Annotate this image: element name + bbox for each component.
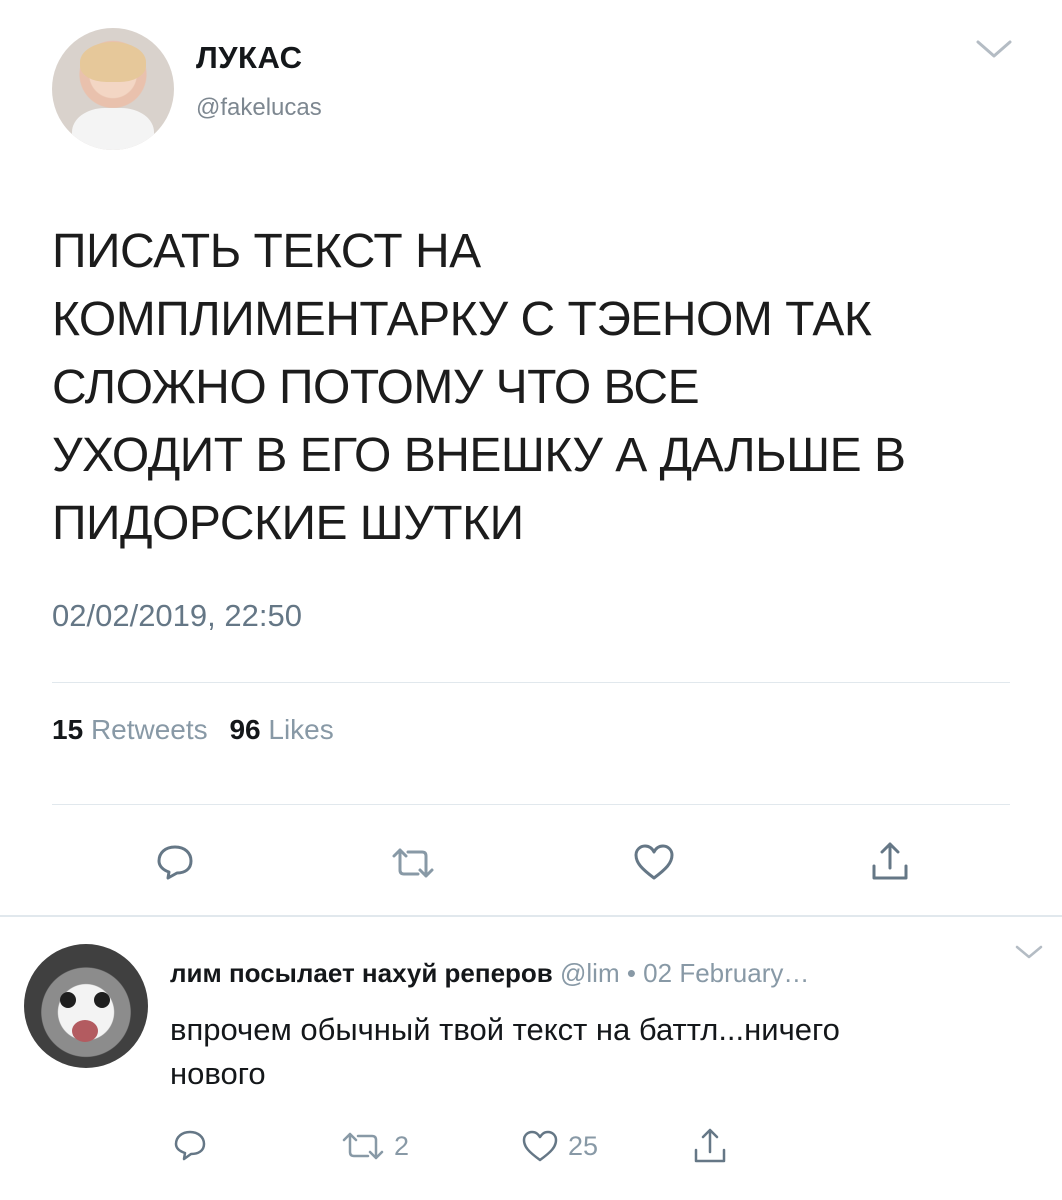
author-handle[interactable]: @fakelucas [196,94,322,122]
reply-text-line: впрочем обычный твой текст на баттл...ни… [170,1012,840,1047]
tweet-text-line: СЛОЖНО ПОТОМУ ЧТО ВСЕ [52,361,700,414]
avatar-eye [60,992,76,1008]
like-button[interactable] [632,842,676,882]
tweet-text-line: КОМПЛИМЕНТАРКУ С ТЭЕНОМ ТАК [52,293,872,346]
likes-label[interactable]: Likes [268,714,333,745]
tweet-divider [0,915,1062,917]
avatar-mouth [72,1020,98,1042]
stats-divider-top [52,682,1010,683]
avatar-hair [80,42,146,82]
avatar-eye [94,992,110,1008]
author-name[interactable]: ЛУКАС [196,40,302,76]
retweet-icon [390,846,436,880]
reply-author-name[interactable]: лим посылает нахуй реперов [170,958,553,988]
tweet-text-line: ПИСАТЬ ТЕКСТ НА [52,225,481,278]
reply-header: лим посылает нахуй реперов @lim • 02 Feb… [170,958,809,989]
reply-text-line: нового [170,1056,266,1091]
tweet-text-line: УХОДИТ В ЕГО ВНЕШКУ А ДАЛЬШЕ В [52,429,906,482]
reply-text: впрочем обычный твой текст на баттл...ни… [170,1008,1030,1096]
reply-avatar[interactable] [24,944,148,1068]
chevron-down-icon[interactable] [1014,942,1044,962]
retweets-label[interactable]: Retweets [91,714,208,745]
reply-handle-date[interactable]: @lim • 02 February… [560,958,809,988]
reply-reply-button[interactable] [172,1128,208,1162]
avatar-shirt [72,108,154,150]
tweet-datetime[interactable]: 02/02/2019, 22:50 [52,598,302,634]
retweet-icon [340,1130,386,1162]
heart-icon [632,842,676,882]
reply-share-button[interactable] [690,1126,730,1166]
heart-icon [520,1128,560,1164]
reply-icon [172,1128,208,1162]
tweet-text: ПИСАТЬ ТЕКСТ НА КОМПЛИМЕНТАРКУ С ТЭЕНОМ … [52,218,1022,558]
retweets-count[interactable]: 15 [52,714,83,745]
reply-retweet-button[interactable]: 2 [340,1130,409,1162]
share-icon [868,840,912,884]
chevron-down-icon[interactable] [974,36,1014,62]
share-button[interactable] [868,840,912,884]
author-avatar[interactable] [52,28,174,150]
stats-divider-bottom [52,804,1010,805]
share-icon [690,1126,730,1166]
reply-button[interactable] [154,842,196,882]
reply-like-button[interactable]: 25 [520,1128,598,1164]
reply-retweet-count: 2 [394,1130,410,1161]
tweet-stats: 15 Retweets 96 Likes [52,714,348,746]
tweet-text-line: ПИДОРСКИЕ ШУТКИ [52,497,524,550]
reply-like-count: 25 [568,1130,599,1161]
main-tweet: ЛУКАС @fakelucas ПИСАТЬ ТЕКСТ НА КОМПЛИМ… [0,0,1062,915]
reply-icon [154,842,196,882]
likes-count[interactable]: 96 [229,714,260,745]
retweet-button[interactable] [390,846,436,880]
